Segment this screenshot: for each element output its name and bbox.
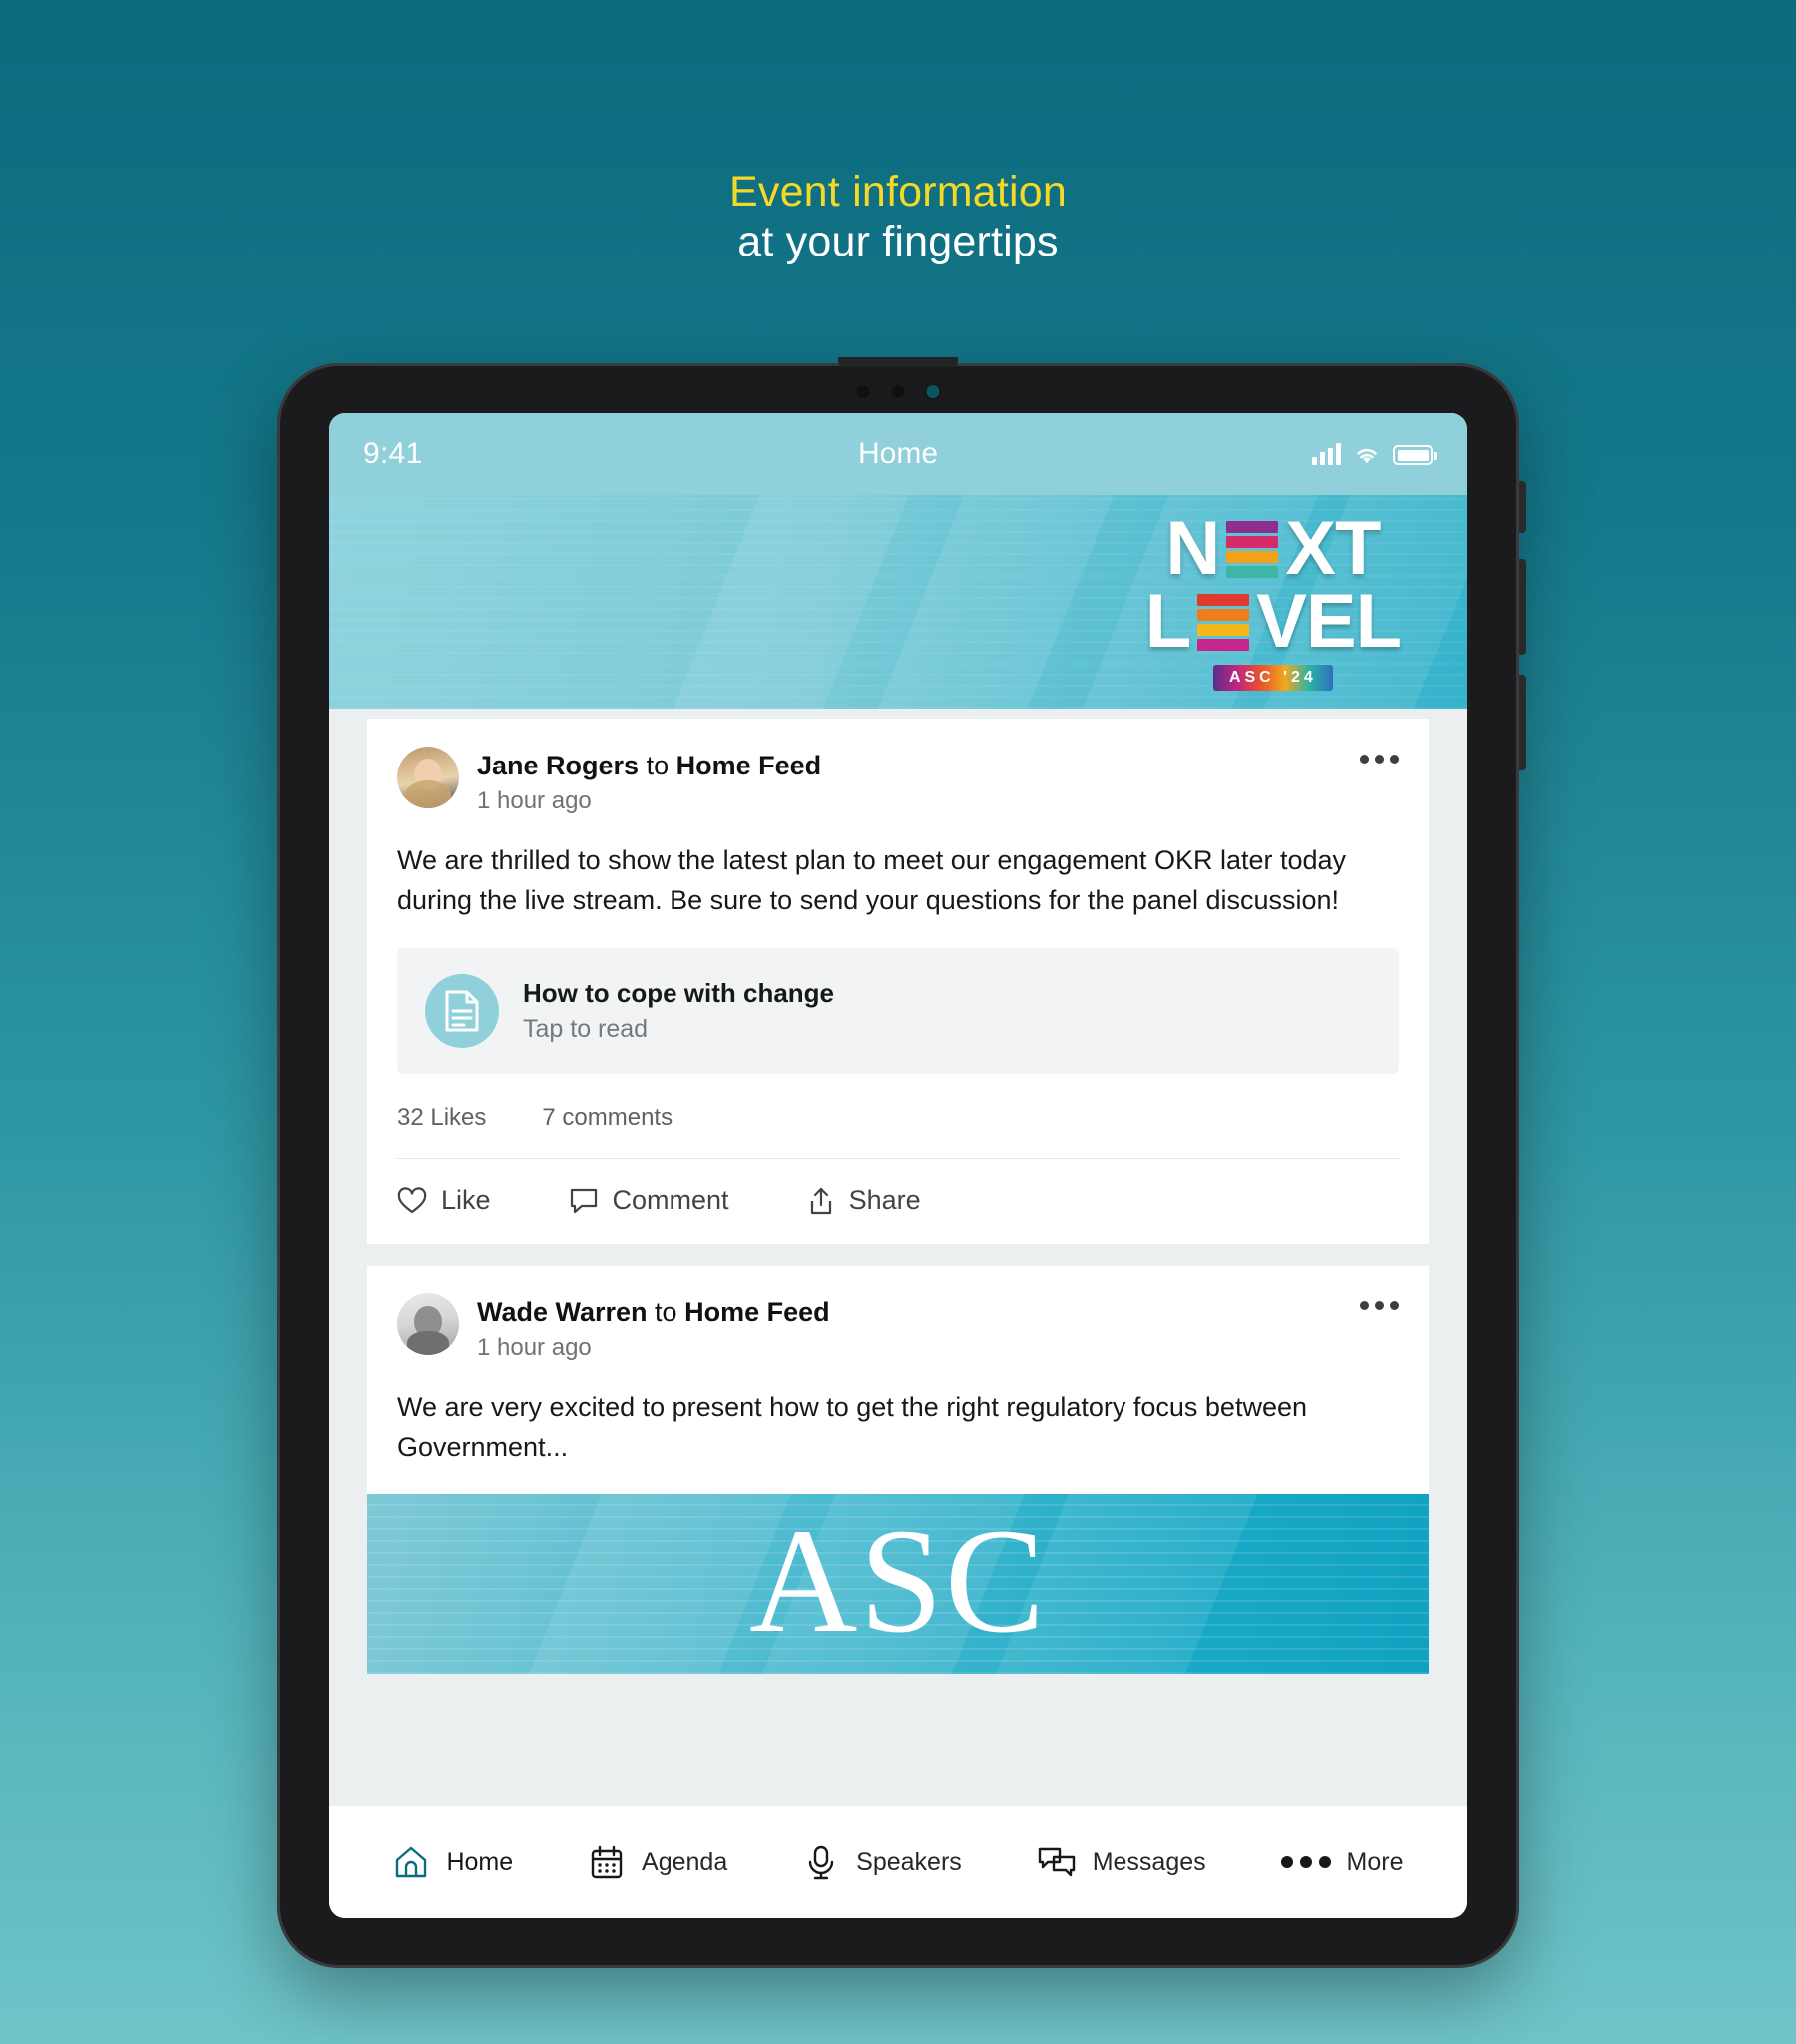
post-channel[interactable]: Home Feed (676, 751, 822, 780)
post-author-name[interactable]: Wade Warren (477, 1297, 648, 1327)
attachment-title: How to cope with change (523, 978, 835, 1009)
post-image-text: ASC (749, 1497, 1047, 1664)
front-camera-cluster (856, 385, 940, 398)
comment-button-label: Comment (612, 1185, 729, 1216)
feed-post: Jane Rogers to Home Feed 1 hour ago We a… (367, 719, 1429, 1245)
heart-icon (397, 1187, 427, 1214)
tab-speakers[interactable]: Speakers (802, 1843, 962, 1881)
page-title: Home (857, 437, 939, 470)
post-header: Jane Rogers to Home Feed 1 hour ago (397, 747, 1399, 815)
tab-messages-label: Messages (1092, 1847, 1206, 1876)
post-to-word: to (646, 751, 670, 780)
post-attachment-card[interactable]: How to cope with change Tap to read (397, 948, 1399, 1075)
status-bar-time: 9:41 (363, 437, 423, 470)
tablet-device: 9:41 Home N XT L VEL ASC '24 Jane Rogers… (277, 357, 1526, 1968)
device-screen: 9:41 Home N XT L VEL ASC '24 Jane Rogers… (329, 413, 1467, 1918)
promo-headline-line1: Event information (728, 168, 1067, 216)
tab-home-label: Home (446, 1847, 514, 1876)
device-top-nub (838, 357, 958, 367)
post-author-line: Jane Rogers to Home Feed (477, 749, 821, 783)
post-timestamp: 1 hour ago (477, 1334, 592, 1361)
microphone-icon (808, 1845, 834, 1880)
tab-more[interactable]: More (1280, 1847, 1404, 1877)
volume-down-button[interactable] (1519, 675, 1526, 770)
comment-bubble-icon (570, 1188, 597, 1214)
post-channel[interactable]: Home Feed (684, 1297, 830, 1327)
share-button-label: Share (848, 1185, 921, 1216)
post-author-block: Jane Rogers to Home Feed 1 hour ago (477, 747, 821, 815)
tab-more-label: More (1346, 1847, 1404, 1876)
likes-count[interactable]: 32 Likes (397, 1104, 486, 1132)
home-icon (396, 1846, 427, 1878)
like-button[interactable]: Like (397, 1185, 491, 1216)
promo-headline-line2: at your fingertips (737, 217, 1059, 265)
post-author-name[interactable]: Jane Rogers (477, 751, 639, 780)
attachment-text-block: How to cope with change Tap to read (523, 978, 834, 1044)
wifi-icon (1357, 448, 1377, 464)
cellular-signal-icon (1312, 443, 1341, 465)
battery-full-icon (1393, 445, 1437, 465)
post-header: Wade Warren to Home Feed 1 hour ago (397, 1293, 1399, 1362)
tab-messages[interactable]: Messages (1037, 1843, 1206, 1881)
post-body-text: We are very excited to present how to ge… (397, 1392, 1308, 1462)
home-feed[interactable]: Jane Rogers to Home Feed 1 hour ago We a… (329, 709, 1467, 1806)
speaker-icon (891, 385, 905, 398)
avatar[interactable] (397, 1293, 459, 1356)
event-logo-line1: N XT (1165, 506, 1381, 592)
post-options-button[interactable] (1360, 755, 1399, 764)
chat-bubbles-icon (1038, 1847, 1075, 1877)
event-hero-banner: N XT L VEL ASC '24 (329, 495, 1467, 709)
event-logo: N XT L VEL ASC '24 (1144, 506, 1402, 691)
event-logo-subtitle: ASC '24 (1212, 664, 1333, 691)
post-author-line: Wade Warren to Home Feed (477, 1295, 830, 1330)
post-to-word: to (655, 1297, 677, 1328)
post-body-text: We are thrilled to show the latest plan … (397, 844, 1347, 915)
comments-count[interactable]: 7 comments (542, 1104, 673, 1132)
status-bar-icons (1312, 443, 1437, 465)
post-stats: 32 Likes 7 comments (397, 1074, 1399, 1158)
attachment-subtitle: Tap to read (523, 1015, 649, 1044)
logo-bars-e1 (1226, 521, 1279, 579)
bottom-tab-bar: Home Agenda Speakers Messages More (329, 1806, 1467, 1918)
ellipsis-icon (1280, 1856, 1331, 1868)
share-button[interactable]: Share (807, 1185, 921, 1216)
post-author-block: Wade Warren to Home Feed 1 hour ago (477, 1293, 830, 1362)
feed-post: Wade Warren to Home Feed 1 hour ago We a… (367, 1266, 1429, 1674)
volume-up-button[interactable] (1519, 559, 1526, 655)
event-logo-line2: L VEL (1144, 579, 1402, 664)
logo-bars-e2 (1197, 593, 1250, 651)
share-icon (810, 1187, 831, 1215)
sensor-icon (856, 385, 870, 398)
tab-agenda-label: Agenda (642, 1847, 728, 1876)
calendar-icon (591, 1845, 623, 1879)
tab-agenda[interactable]: Agenda (588, 1843, 727, 1881)
tab-speakers-label: Speakers (856, 1847, 962, 1876)
camera-lens-icon (926, 385, 940, 398)
tab-home[interactable]: Home (392, 1843, 513, 1881)
document-icon (425, 974, 499, 1049)
post-timestamp: 1 hour ago (477, 786, 592, 814)
status-bar: 9:41 Home (329, 413, 1467, 495)
promo-headline: Event information at your fingertips (0, 168, 1796, 267)
post-options-button[interactable] (1360, 1301, 1399, 1311)
post-actions: Like Comment Share (397, 1159, 1399, 1244)
comment-button[interactable]: Comment (569, 1185, 729, 1216)
avatar[interactable] (397, 747, 459, 808)
like-button-label: Like (441, 1185, 491, 1216)
post-image[interactable]: ASC (367, 1493, 1429, 1674)
